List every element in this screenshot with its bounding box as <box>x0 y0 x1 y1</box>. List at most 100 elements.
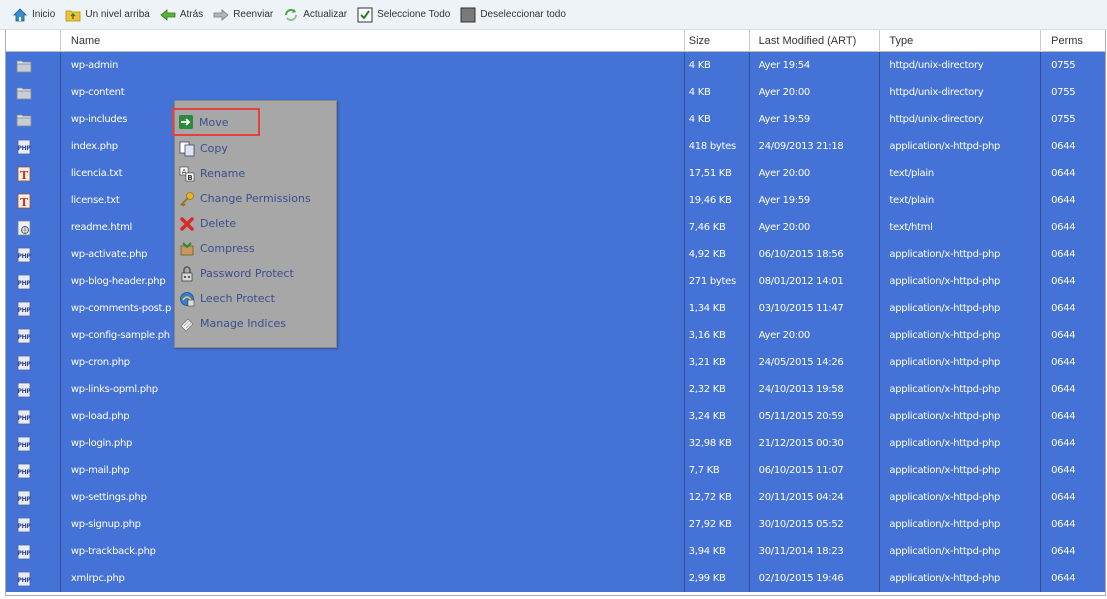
menu-item-leech-protect[interactable]: Leech Protect <box>175 286 336 311</box>
menu-item-delete[interactable]: Delete <box>175 211 336 236</box>
table-row[interactable]: PHP wp-signup.php 27,92 KB 30/10/2015 05:52… <box>6 511 1105 538</box>
php-file-icon[interactable]: PHP <box>6 322 61 349</box>
table-row[interactable]: PHP wp-load.php 3,24 KB 05/11/2015 20:59 app… <box>6 403 1105 430</box>
file-perms[interactable]: 0644 <box>1041 376 1105 403</box>
table-row[interactable]: PHP wp-settings.php 12,72 KB 20/11/2015 04:… <box>6 484 1105 511</box>
folder-icon[interactable] <box>6 52 61 79</box>
php-file-icon[interactable]: PHP <box>6 457 61 484</box>
header-last-modified[interactable]: Last Modified (ART) <box>750 30 881 52</box>
html-file-icon[interactable] <box>6 214 61 241</box>
php-file-icon[interactable]: PHP <box>6 430 61 457</box>
file-perms[interactable]: 0755 <box>1041 79 1105 106</box>
file-name[interactable]: index.php <box>61 133 685 160</box>
file-name[interactable]: wp-activate.php <box>61 241 685 268</box>
menu-item-compress[interactable]: Compress <box>175 236 336 261</box>
menu-item-change-permissions[interactable]: Change Permissions <box>175 186 336 211</box>
menu-item-manage-indices[interactable]: Manage Indices <box>175 311 336 336</box>
header-size[interactable]: Size <box>685 30 750 52</box>
file-perms[interactable]: 0644 <box>1041 457 1105 484</box>
file-name[interactable]: wp-login.php <box>61 430 685 457</box>
table-row[interactable]: wp-content 4 KB Ayer 20:00 httpd/unix-direc… <box>6 79 1105 106</box>
file-perms[interactable]: 0644 <box>1041 187 1105 214</box>
folder-icon[interactable] <box>6 79 61 106</box>
file-perms[interactable]: 0644 <box>1041 403 1105 430</box>
file-name[interactable]: wp-cron.php <box>61 349 685 376</box>
php-file-icon[interactable]: PHP <box>6 349 61 376</box>
file-perms[interactable]: 0644 <box>1041 511 1105 538</box>
file-name[interactable]: licencia.txt <box>61 160 685 187</box>
file-perms[interactable]: 0644 <box>1041 349 1105 376</box>
file-perms[interactable]: 0644 <box>1041 430 1105 457</box>
toolbar-forward-button[interactable]: Reenviar <box>213 7 273 23</box>
file-name[interactable]: wp-mail.php <box>61 457 685 484</box>
table-row[interactable]: PHP wp-cron.php 3,21 KB 24/05/2015 14:26 app… <box>6 349 1105 376</box>
file-name[interactable]: wp-config-sample.ph <box>61 322 685 349</box>
table-row[interactable]: PHP wp-activate.php 4,92 KB 06/10/2015 18:5… <box>6 241 1105 268</box>
file-perms[interactable]: 0644 <box>1041 322 1105 349</box>
php-file-icon[interactable]: PHP <box>6 403 61 430</box>
file-name[interactable]: wp-admin <box>61 52 685 79</box>
php-file-icon[interactable]: PHP <box>6 268 61 295</box>
file-name[interactable]: xmlrpc.php <box>61 565 685 592</box>
text-file-icon[interactable]: T <box>6 160 61 187</box>
php-file-icon[interactable]: PHP <box>6 295 61 322</box>
file-perms[interactable]: 0644 <box>1041 160 1105 187</box>
file-perms[interactable]: 0755 <box>1041 52 1105 79</box>
php-file-icon[interactable]: PHP <box>6 133 61 160</box>
file-perms[interactable]: 0755 <box>1041 106 1105 133</box>
folder-icon[interactable] <box>6 106 61 133</box>
menu-item-rename[interactable]: A B Rename <box>175 161 336 186</box>
file-perms[interactable]: 0644 <box>1041 133 1105 160</box>
toolbar-home-button[interactable]: Inicio <box>12 7 55 23</box>
file-name[interactable]: wp-content <box>61 79 685 106</box>
table-row[interactable]: Tlicense.txt 19,46 KB Ayer 19:59 text/plain… <box>6 187 1105 214</box>
php-file-icon[interactable]: PHP <box>6 511 61 538</box>
header-perms[interactable]: Perms <box>1041 30 1105 52</box>
file-name[interactable]: wp-settings.php <box>61 484 685 511</box>
toolbar-refresh-button[interactable]: Actualizar <box>283 7 347 23</box>
php-file-icon[interactable]: PHP <box>6 241 61 268</box>
table-row[interactable]: PHP index.php 418 bytes 24/09/2013 21:18 app… <box>6 133 1105 160</box>
php-file-icon[interactable]: PHP <box>6 565 61 592</box>
file-perms[interactable]: 0644 <box>1041 484 1105 511</box>
file-name[interactable]: license.txt <box>61 187 685 214</box>
file-perms[interactable]: 0644 <box>1041 214 1105 241</box>
menu-item-password-protect[interactable]: Password Protect <box>175 261 336 286</box>
table-row[interactable]: PHP wp-config-sample.ph 3,16 KB Ayer 20:00 a… <box>6 322 1105 349</box>
file-name[interactable]: wp-load.php <box>61 403 685 430</box>
file-perms[interactable]: 0644 <box>1041 538 1105 565</box>
file-name[interactable]: wp-blog-header.php <box>61 268 685 295</box>
table-row[interactable]: readme.html 7,46 KB Ayer 20:00 text/html 064… <box>6 214 1105 241</box>
table-row[interactable]: PHP wp-mail.php 7,7 KB 06/10/2015 11:07 appl… <box>6 457 1105 484</box>
menu-item-copy[interactable]: Copy <box>175 136 336 161</box>
file-perms[interactable]: 0644 <box>1041 295 1105 322</box>
toolbar-back-button[interactable]: Atrás <box>160 7 203 23</box>
table-row[interactable]: Tlicencia.txt 17,51 KB Ayer 20:00 text/plai… <box>6 160 1105 187</box>
toolbar-up-button[interactable]: Un nivel arriba <box>65 7 150 23</box>
file-name[interactable]: wp-includes <box>61 106 685 133</box>
file-perms[interactable]: 0644 <box>1041 241 1105 268</box>
file-name[interactable]: wp-comments-post.p <box>61 295 685 322</box>
menu-item-move[interactable]: Move <box>172 108 260 136</box>
table-row[interactable]: PHP wp-trackback.php 3,94 KB 30/11/2014 18:… <box>6 538 1105 565</box>
php-file-icon[interactable]: PHP <box>6 538 61 565</box>
table-row[interactable]: PHP xmlrpc.php 2,99 KB 02/10/2015 19:46 appl… <box>6 565 1105 592</box>
php-file-icon[interactable]: PHP <box>6 484 61 511</box>
table-row[interactable]: PHP wp-login.php 32,98 KB 21/12/2015 00:30 a… <box>6 430 1105 457</box>
table-row[interactable]: PHP wp-comments-post.p 1,34 KB 03/10/2015 1… <box>6 295 1105 322</box>
toolbar-select-all-button[interactable]: Seleccione Todo <box>357 7 450 23</box>
php-file-icon[interactable]: PHP <box>6 376 61 403</box>
file-name[interactable]: wp-links-opml.php <box>61 376 685 403</box>
file-name[interactable]: wp-trackback.php <box>61 538 685 565</box>
text-file-icon[interactable]: T <box>6 187 61 214</box>
file-perms[interactable]: 0644 <box>1041 565 1105 592</box>
table-row[interactable]: wp-includes 4 KB Ayer 19:59 httpd/unix-dire… <box>6 106 1105 133</box>
header-name[interactable]: Name <box>61 30 685 52</box>
file-name[interactable]: wp-signup.php <box>61 511 685 538</box>
header-type[interactable]: Type <box>880 30 1042 52</box>
table-row[interactable]: wp-admin 4 KB Ayer 19:54 httpd/unix-directo… <box>6 52 1105 79</box>
file-perms[interactable]: 0644 <box>1041 268 1105 295</box>
table-row[interactable]: PHP wp-blog-header.php 271 bytes 08/01/2012… <box>6 268 1105 295</box>
file-name[interactable]: readme.html <box>61 214 685 241</box>
toolbar-deselect-all-button[interactable]: Deseleccionar todo <box>460 7 566 23</box>
